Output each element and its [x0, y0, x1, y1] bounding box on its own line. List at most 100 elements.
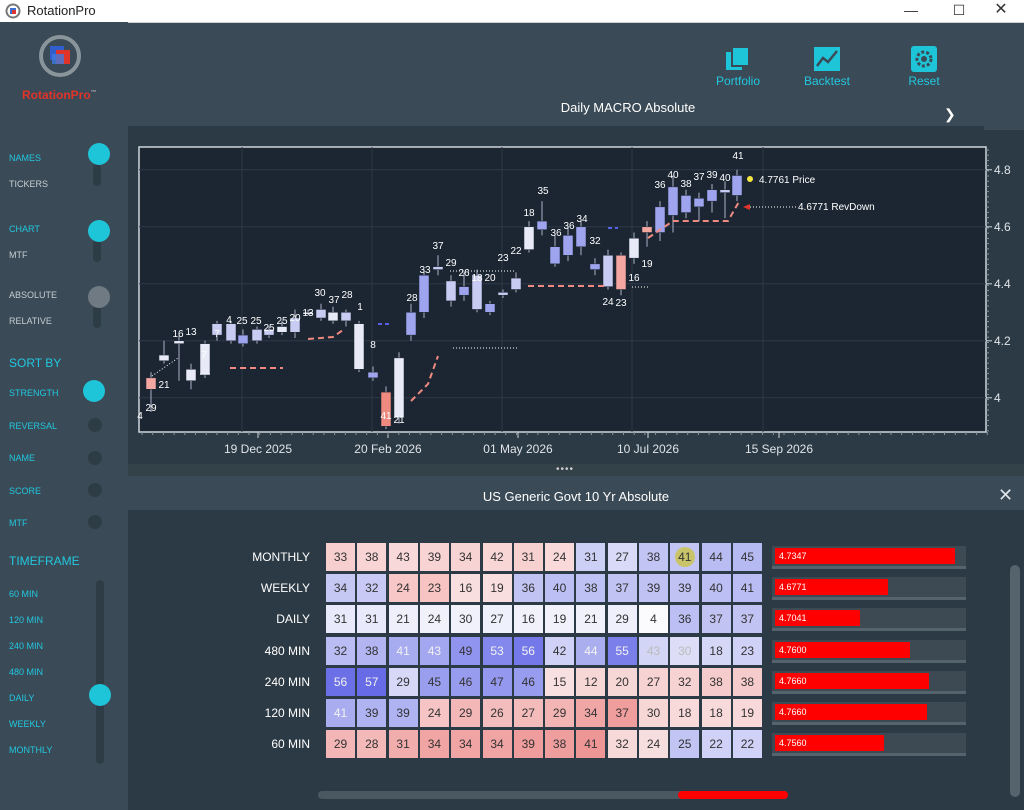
maximize-button[interactable]: ☐ [936, 0, 982, 22]
minimize-button[interactable]: — [888, 0, 934, 22]
heatmap-cell[interactable]: 29 [545, 699, 575, 727]
heatmap-cell[interactable]: 16 [451, 574, 481, 603]
heatmap-cell[interactable]: 40 [545, 574, 575, 603]
sort-reversal-label[interactable]: REVERSAL [9, 421, 57, 431]
heatmap-cell[interactable]: 38 [732, 667, 762, 696]
heatmap-cell[interactable]: 24 [639, 730, 668, 759]
backtest-button[interactable]: Backtest [792, 46, 862, 88]
heatmap-cell[interactable]: 41 [326, 699, 355, 727]
tf-weekly-label[interactable]: WEEKLY [9, 719, 46, 729]
sort-mtf-radio[interactable] [88, 515, 102, 529]
heatmap-cell[interactable]: 41 [732, 574, 762, 603]
heatmap-cell[interactable]: 56 [326, 667, 355, 696]
tf-240min-label[interactable]: 240 MIN [9, 641, 43, 651]
heatmap-cell[interactable]: 27 [482, 605, 512, 634]
heatmap-cell[interactable]: 24 [388, 574, 418, 603]
heatmap-cell[interactable]: 41 [670, 543, 700, 571]
heatmap-cell[interactable]: 15 [545, 667, 575, 696]
absolute-label[interactable]: ABSOLUTE [9, 290, 57, 300]
heatmap-cell[interactable]: 39 [639, 574, 668, 603]
heatmap-cell[interactable]: 57 [357, 667, 387, 696]
heatmap-cell[interactable]: 44 [701, 543, 731, 571]
panel-splitter[interactable]: •••• [128, 464, 1024, 476]
heatmap-cell[interactable]: 22 [701, 730, 731, 759]
heatmap-cell[interactable]: 34 [419, 730, 449, 759]
close-icon[interactable]: ✕ [998, 485, 1013, 506]
heatmap-cell[interactable]: 46 [451, 667, 481, 696]
heatmap-cell[interactable]: 28 [357, 730, 387, 759]
heatmap-cell[interactable]: 31 [326, 605, 355, 634]
heatmap-cell[interactable]: 24 [419, 605, 449, 634]
relative-label[interactable]: RELATIVE [9, 316, 52, 326]
heatmap-cell[interactable]: 29 [388, 667, 418, 696]
heatmap-cell[interactable]: 31 [357, 605, 387, 634]
sort-score-radio[interactable] [88, 483, 102, 497]
heatmap-cell[interactable]: 29 [451, 699, 481, 727]
heatmap-cell[interactable]: 36 [670, 605, 700, 634]
heatmap-cell[interactable]: 37 [701, 605, 731, 634]
heatmap-cell[interactable]: 42 [545, 636, 575, 665]
heatmap-cell[interactable]: 39 [670, 574, 700, 603]
heatmap-cell[interactable]: 56 [513, 636, 543, 665]
tf-480min-label[interactable]: 480 MIN [9, 667, 43, 677]
heatmap-cell[interactable]: 22 [732, 730, 762, 759]
heatmap-cell[interactable]: 24 [545, 543, 575, 571]
vertical-scrollbar[interactable] [1010, 565, 1020, 797]
heatmap-cell[interactable]: 29 [607, 605, 637, 634]
tf-daily-label[interactable]: DAILY [9, 693, 34, 703]
heatmap-cell[interactable]: 18 [701, 636, 731, 665]
close-window-button[interactable]: ✕ [978, 0, 1024, 22]
heatmap-cell[interactable]: 32 [326, 636, 355, 665]
heatmap-cell[interactable]: 30 [670, 636, 700, 665]
heatmap-cell[interactable]: 39 [388, 699, 418, 727]
heatmap-cell[interactable]: 39 [513, 730, 543, 759]
chart-label[interactable]: CHART [9, 224, 40, 234]
heatmap-cell[interactable]: 25 [670, 730, 700, 759]
heatmap-cell[interactable]: 32 [357, 574, 387, 603]
heatmap-cell[interactable]: 34 [451, 543, 481, 571]
heatmap-cell[interactable]: 43 [639, 636, 668, 665]
heatmap-cell[interactable]: 45 [732, 543, 762, 571]
heatmap-cell[interactable]: 37 [607, 574, 637, 603]
heatmap-cell[interactable]: 31 [576, 543, 606, 571]
heatmap-cell[interactable]: 12 [576, 667, 606, 696]
heatmap-cell[interactable]: 36 [513, 574, 543, 603]
sort-name-label[interactable]: NAME [9, 453, 35, 463]
heatmap-cell[interactable]: 18 [670, 699, 700, 727]
heatmap-cell[interactable]: 38 [639, 543, 668, 571]
heatmap-cell[interactable]: 47 [482, 667, 512, 696]
heatmap-cell[interactable]: 38 [701, 667, 731, 696]
chart-mtf-toggle[interactable] [88, 220, 110, 242]
heatmap-cell[interactable]: 27 [513, 699, 543, 727]
heatmap-cell[interactable]: 4 [639, 605, 668, 634]
mtf-label[interactable]: MTF [9, 250, 28, 260]
heatmap-cell[interactable]: 43 [388, 543, 418, 571]
heatmap-cell[interactable]: 41 [576, 730, 606, 759]
horizontal-scrollbar-thumb[interactable] [678, 791, 788, 799]
heatmap-cell[interactable]: 49 [451, 636, 481, 665]
heatmap-cell[interactable]: 18 [701, 699, 731, 727]
heatmap-cell[interactable]: 23 [419, 574, 449, 603]
names-label[interactable]: NAMES [9, 153, 41, 163]
heatmap-cell[interactable]: 30 [451, 605, 481, 634]
absolute-relative-toggle[interactable] [88, 286, 110, 308]
heatmap-cell[interactable]: 33 [326, 543, 355, 571]
heatmap-cell[interactable]: 34 [576, 699, 606, 727]
heatmap-cell[interactable]: 21 [576, 605, 606, 634]
heatmap-cell[interactable]: 42 [482, 543, 512, 571]
heatmap-cell[interactable]: 27 [639, 667, 668, 696]
heatmap-cell[interactable]: 45 [419, 667, 449, 696]
heatmap-cell[interactable]: 30 [639, 699, 668, 727]
chart-mtf-toggle-track[interactable] [93, 240, 101, 262]
sort-mtf-label[interactable]: MTF [9, 518, 28, 528]
heatmap-cell[interactable]: 43 [419, 636, 449, 665]
heatmap-cell[interactable]: 38 [357, 636, 387, 665]
heatmap-cell[interactable]: 19 [482, 574, 512, 603]
splitter-handle[interactable]: •••• [556, 464, 574, 475]
names-tickers-toggle-track[interactable] [93, 164, 101, 186]
heatmap-cell[interactable]: 55 [607, 636, 637, 665]
sort-name-radio[interactable] [88, 451, 102, 465]
heatmap-cell[interactable]: 31 [513, 543, 543, 571]
timeframe-slider-track[interactable] [96, 580, 104, 764]
candlestick-chart[interactable]: 4292116 13774 25 252525 20 133037 281841 212833… [128, 126, 1024, 464]
